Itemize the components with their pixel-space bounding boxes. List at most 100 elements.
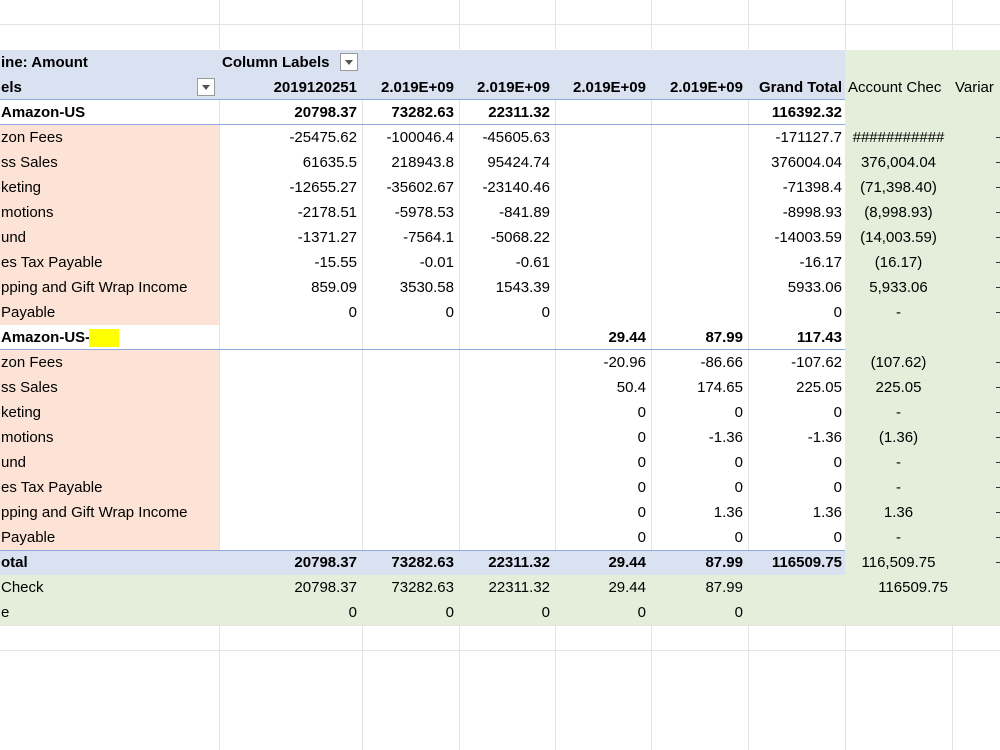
account-check-cell[interactable]: (16.17) [845, 250, 952, 275]
value-cell[interactable]: 87.99 [651, 575, 748, 600]
variance-cell[interactable] [952, 250, 1000, 275]
variance-cell[interactable] [952, 100, 1000, 125]
value-cell[interactable]: 0 [651, 475, 748, 500]
row-label-cell[interactable]: Amazon-US [0, 100, 219, 125]
account-check-cell[interactable]: - [845, 300, 952, 325]
account-check-cell[interactable] [845, 325, 952, 350]
variance-header[interactable]: Variar [952, 75, 1000, 100]
value-cell[interactable] [219, 325, 362, 350]
value-cell[interactable]: 0 [555, 600, 651, 625]
value-cell[interactable] [459, 400, 555, 425]
value-cell[interactable] [459, 500, 555, 525]
grand-total-header[interactable]: Grand Total [748, 75, 845, 100]
row-label-cell[interactable]: zon Fees [0, 125, 219, 150]
account-check-cell[interactable]: - [845, 400, 952, 425]
account-check-cell[interactable]: 116509.75 [845, 575, 952, 600]
value-cell[interactable] [362, 500, 459, 525]
account-check-cell[interactable]: - [845, 475, 952, 500]
value-cell[interactable]: -5978.53 [362, 200, 459, 225]
value-cell[interactable] [651, 300, 748, 325]
account-check-cell[interactable]: 5,933.06 [845, 275, 952, 300]
value-cell[interactable]: 0 [362, 600, 459, 625]
value-cell[interactable]: 73282.63 [362, 550, 459, 575]
value-cell[interactable] [219, 375, 362, 400]
value-cell[interactable]: -15.55 [219, 250, 362, 275]
column-header[interactable]: 2019120251 [219, 75, 362, 100]
value-cell[interactable] [651, 250, 748, 275]
value-cell[interactable] [219, 350, 362, 375]
column-header[interactable]: 2.019E+09 [362, 75, 459, 100]
value-cell[interactable]: 0 [555, 525, 651, 550]
value-cell[interactable]: 22311.32 [459, 550, 555, 575]
value-cell[interactable] [651, 125, 748, 150]
value-cell[interactable]: -0.61 [459, 250, 555, 275]
value-cell[interactable] [219, 425, 362, 450]
grand-total-cell[interactable]: -1.36 [748, 425, 845, 450]
value-cell[interactable]: -7564.1 [362, 225, 459, 250]
variance-cell[interactable] [952, 375, 1000, 400]
column-header[interactable]: 2.019E+09 [651, 75, 748, 100]
account-check-cell[interactable]: (14,003.59) [845, 225, 952, 250]
grand-total-cell[interactable]: 0 [748, 450, 845, 475]
variance-cell[interactable] [952, 400, 1000, 425]
value-cell[interactable] [555, 175, 651, 200]
account-check-cell[interactable]: (107.62) [845, 350, 952, 375]
value-cell[interactable]: -12655.27 [219, 175, 362, 200]
value-cell[interactable]: 0 [459, 600, 555, 625]
pivot-row-labels-header[interactable]: els [0, 75, 219, 100]
value-cell[interactable]: -23140.46 [459, 175, 555, 200]
value-cell[interactable]: 0 [362, 300, 459, 325]
value-cell[interactable]: -25475.62 [219, 125, 362, 150]
value-cell[interactable]: 0 [651, 525, 748, 550]
value-cell[interactable]: 174.65 [651, 375, 748, 400]
value-cell[interactable]: -841.89 [459, 200, 555, 225]
value-cell[interactable] [651, 225, 748, 250]
variance-cell[interactable] [952, 175, 1000, 200]
value-cell[interactable]: -2178.51 [219, 200, 362, 225]
account-check-cell[interactable] [845, 100, 952, 125]
value-cell[interactable]: 0 [555, 475, 651, 500]
value-cell[interactable]: 29.44 [555, 575, 651, 600]
value-cell[interactable] [459, 375, 555, 400]
value-cell[interactable]: -1371.27 [219, 225, 362, 250]
grand-total-cell[interactable] [748, 575, 845, 600]
pivot-row-field-label[interactable]: ine: Amount [0, 50, 219, 75]
value-cell[interactable] [555, 250, 651, 275]
grand-total-cell[interactable]: 117.43 [748, 325, 845, 350]
value-cell[interactable]: -100046.4 [362, 125, 459, 150]
account-check-cell[interactable] [845, 600, 952, 625]
value-cell[interactable]: 0 [651, 400, 748, 425]
value-cell[interactable] [362, 475, 459, 500]
value-cell[interactable] [459, 525, 555, 550]
grand-total-cell[interactable]: 225.05 [748, 375, 845, 400]
variance-cell[interactable] [952, 475, 1000, 500]
grand-total-cell[interactable]: 0 [748, 400, 845, 425]
variance-cell[interactable] [952, 225, 1000, 250]
row-label-cell[interactable]: motions [0, 425, 219, 450]
value-cell[interactable]: 0 [219, 600, 362, 625]
value-cell[interactable] [459, 475, 555, 500]
grand-total-cell[interactable]: -71398.4 [748, 175, 845, 200]
variance-cell[interactable] [952, 200, 1000, 225]
account-check-cell[interactable]: 116,509.75 [845, 550, 952, 575]
row-label-cell[interactable]: und [0, 225, 219, 250]
account-check-cell[interactable]: (71,398.40) [845, 175, 952, 200]
column-header[interactable]: 2.019E+09 [555, 75, 651, 100]
value-cell[interactable]: -20.96 [555, 350, 651, 375]
variance-cell[interactable] [952, 525, 1000, 550]
value-cell[interactable] [219, 525, 362, 550]
value-cell[interactable]: 20798.37 [219, 100, 362, 125]
value-cell[interactable]: 87.99 [651, 325, 748, 350]
value-cell[interactable] [459, 450, 555, 475]
row-label-cell[interactable]: pping and Gift Wrap Income [0, 275, 219, 300]
value-cell[interactable] [459, 425, 555, 450]
value-cell[interactable]: 61635.5 [219, 150, 362, 175]
grand-total-cell[interactable]: 0 [748, 525, 845, 550]
value-cell[interactable]: -86.66 [651, 350, 748, 375]
value-cell[interactable] [362, 350, 459, 375]
value-cell[interactable]: 0 [555, 425, 651, 450]
grand-total-cell[interactable]: -107.62 [748, 350, 845, 375]
account-check-cell[interactable]: 1.36 [845, 500, 952, 525]
value-cell[interactable]: 0 [459, 300, 555, 325]
value-cell[interactable] [459, 350, 555, 375]
